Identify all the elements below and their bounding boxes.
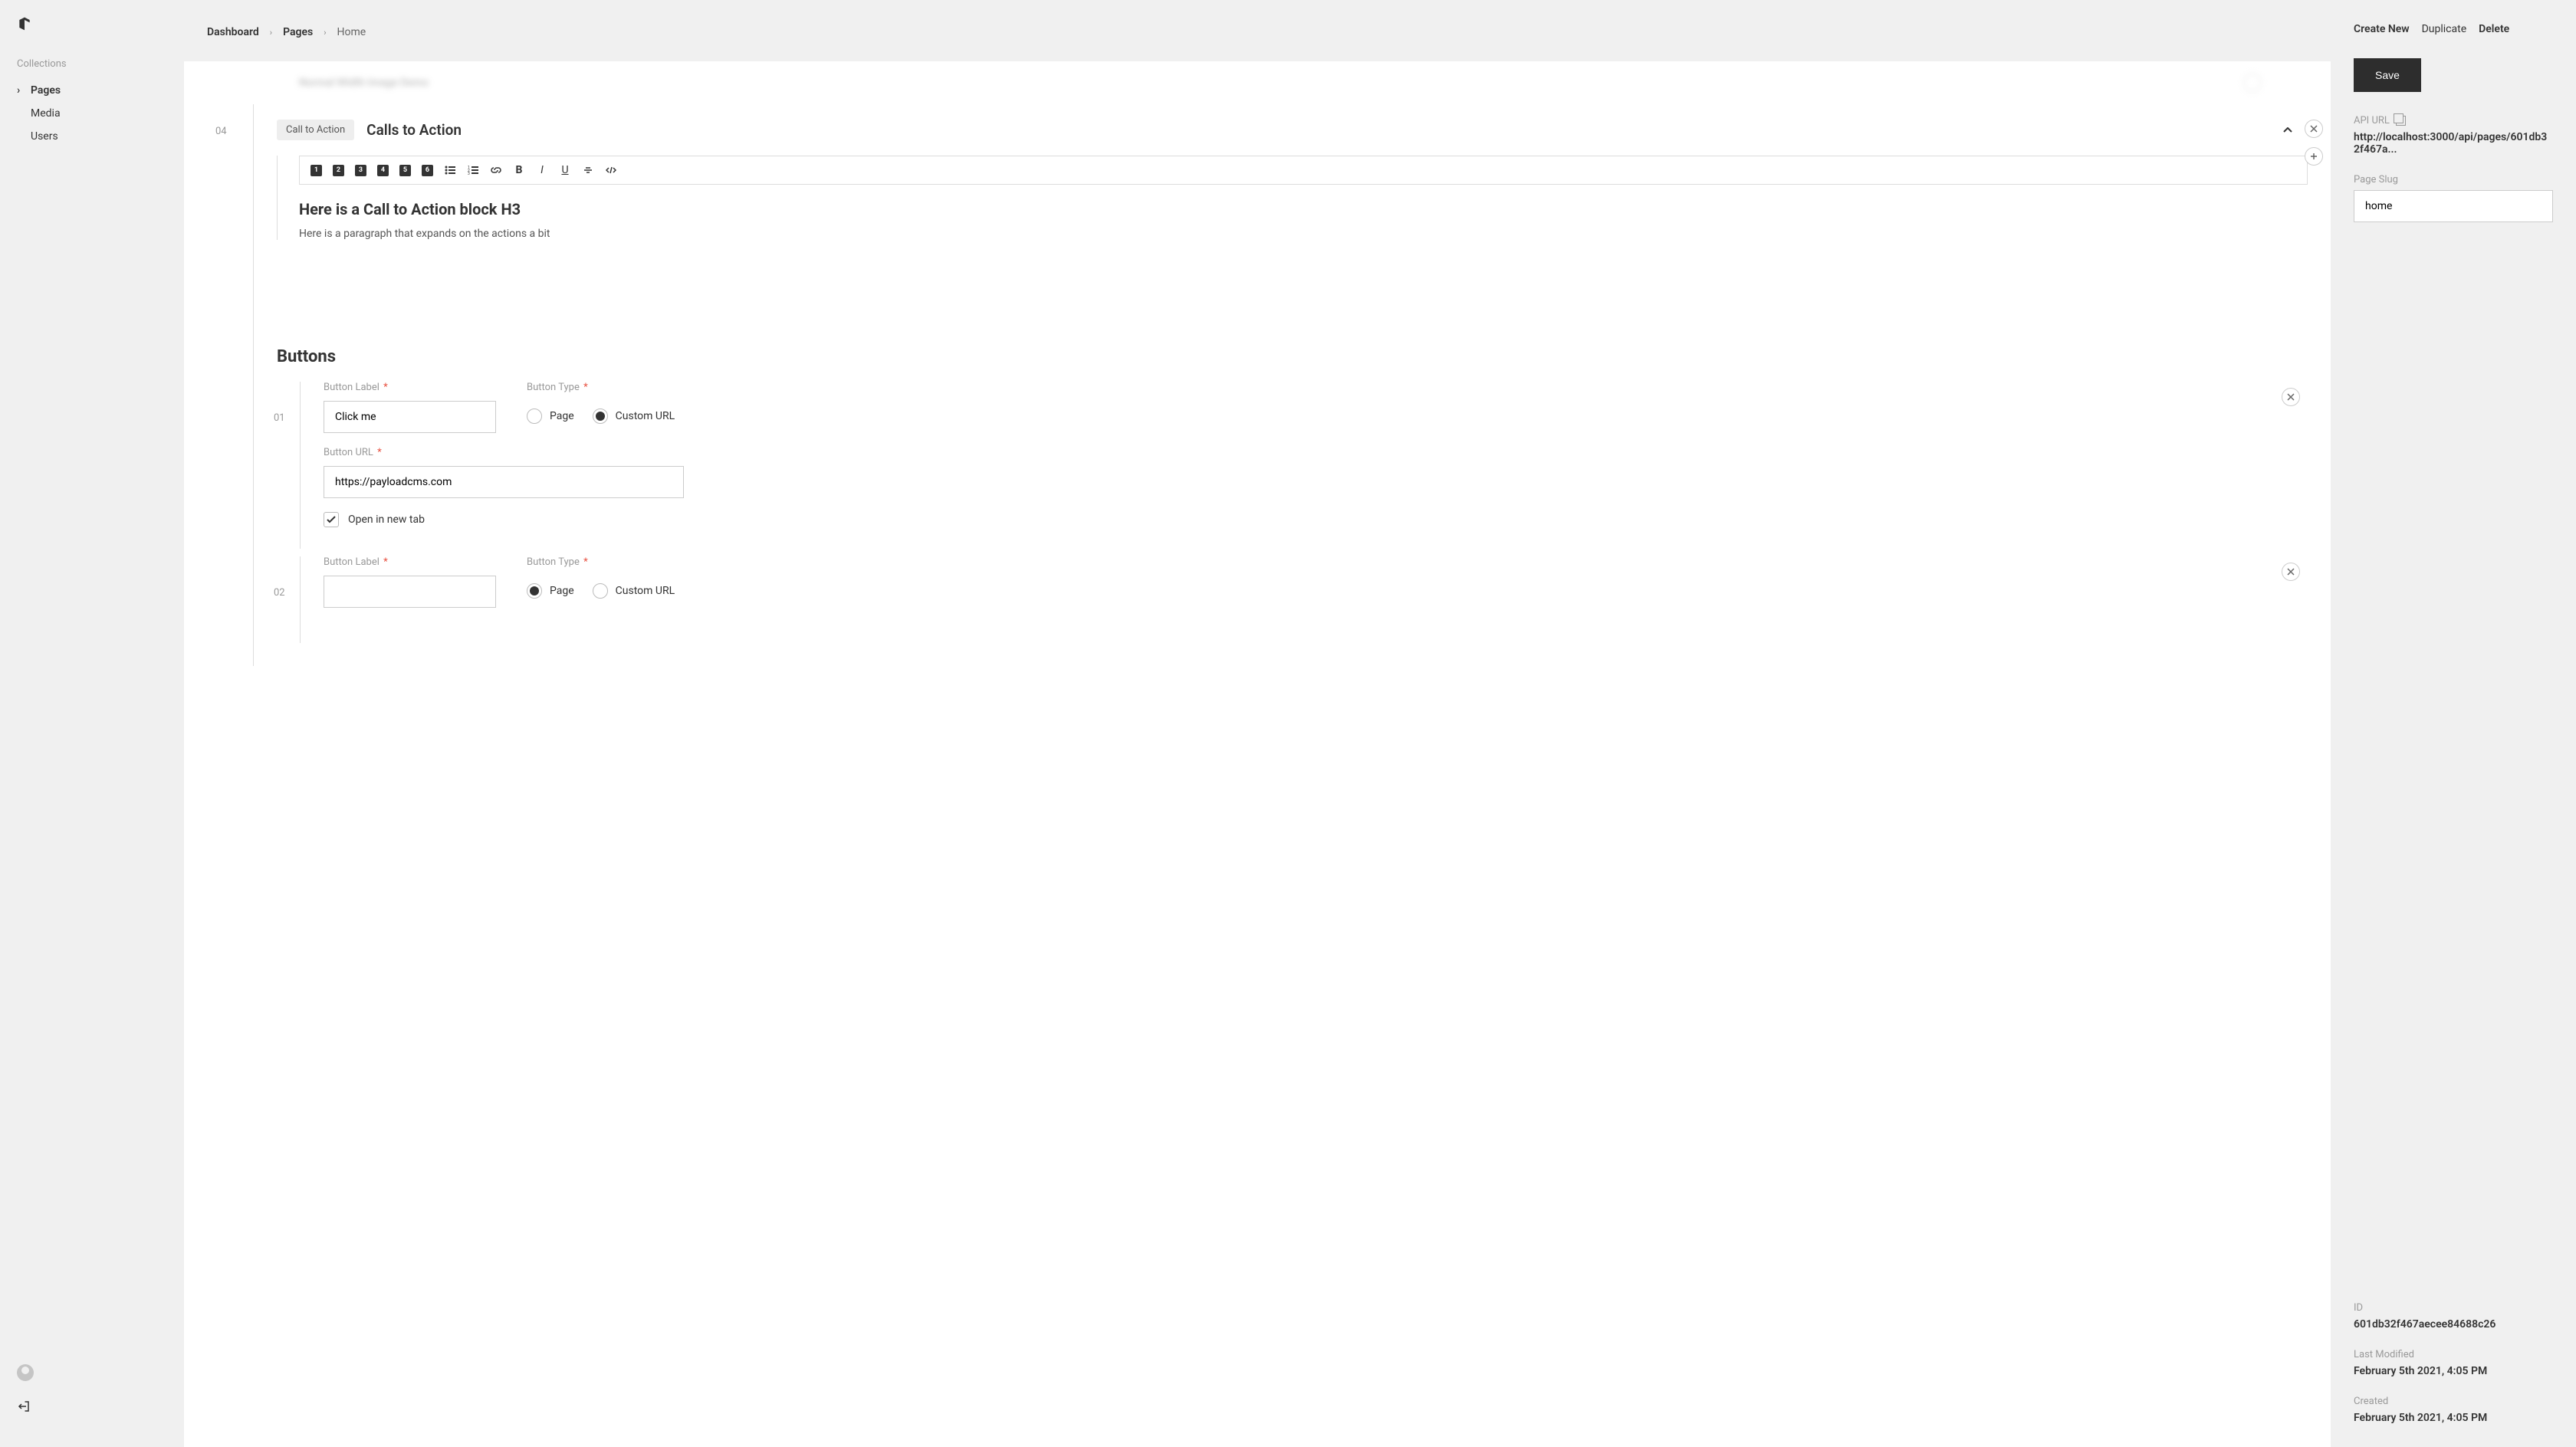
close-icon	[2287, 568, 2295, 576]
modified-label: Last Modified	[2354, 1349, 2553, 1360]
sidebar-item-label: Users	[31, 130, 58, 143]
button-url-label: Button URL *	[324, 447, 2308, 458]
check-icon	[327, 516, 336, 523]
create-new-button[interactable]: Create New	[2354, 23, 2410, 35]
numbered-list-button[interactable]: 123	[467, 164, 479, 176]
newtab-checkbox[interactable]	[324, 512, 339, 527]
breadcrumb-pages[interactable]: Pages	[283, 26, 313, 38]
chevron-up-icon	[2283, 127, 2292, 133]
sidebar-item-pages[interactable]: › Pages	[0, 79, 184, 102]
radio-custom-url[interactable]: Custom URL	[593, 409, 675, 424]
button-type-label: Button Type *	[527, 382, 675, 393]
breadcrumb-current: Home	[337, 26, 366, 38]
sidebar-item-media[interactable]: Media	[0, 102, 184, 125]
richtext-toolbar: 1 2 3 4 5 6 123	[299, 156, 2308, 185]
duplicate-button[interactable]: Duplicate	[2422, 23, 2467, 35]
numbered-list-icon: 123	[468, 165, 478, 176]
breadcrumb-dashboard[interactable]: Dashboard	[207, 26, 259, 38]
svg-text:3: 3	[468, 172, 470, 176]
h4-button[interactable]: 4	[377, 165, 389, 176]
bullet-list-icon	[445, 165, 455, 176]
logo[interactable]	[0, 15, 184, 58]
button-row: 02 Button Label * Button Type *	[300, 556, 2308, 643]
radio-custom-url[interactable]: Custom URL	[593, 583, 675, 599]
radio-icon	[593, 583, 608, 599]
avatar[interactable]	[17, 1364, 34, 1381]
sidebar: Collections › Pages Media Users	[0, 0, 184, 1447]
block-title: Calls to Action	[366, 121, 462, 139]
close-icon	[2287, 393, 2295, 401]
radio-page[interactable]: Page	[527, 583, 574, 599]
right-panel: Create New Duplicate Delete Save API URL…	[2331, 0, 2576, 1447]
chevron-right-icon: ›	[17, 84, 25, 97]
button-url-input[interactable]	[324, 466, 684, 498]
code-button[interactable]	[605, 164, 617, 176]
button-type-label: Button Type *	[527, 556, 675, 568]
sidebar-section-label: Collections	[0, 58, 184, 79]
h2-button[interactable]: 2	[333, 165, 344, 176]
content-h3: Here is a Call to Action block H3	[299, 200, 2308, 218]
created-label: Created	[2354, 1396, 2553, 1407]
api-url-label: API URL	[2354, 115, 2553, 126]
remove-button-button[interactable]	[2282, 563, 2300, 581]
sidebar-item-label: Media	[31, 107, 61, 120]
remove-button-button[interactable]	[2282, 388, 2300, 406]
h5-button[interactable]: 5	[399, 165, 411, 176]
main-content: Dashboard › Pages › Home Normal Width Im…	[184, 0, 2331, 1447]
delete-button[interactable]: Delete	[2479, 23, 2509, 35]
sidebar-item-label: Pages	[31, 84, 61, 97]
newtab-label: Open in new tab	[348, 514, 425, 526]
logout-icon	[17, 1399, 31, 1413]
link-icon	[491, 165, 501, 176]
block-type-pill: Call to Action	[277, 120, 354, 140]
radio-page[interactable]: Page	[527, 409, 574, 424]
collapse-button[interactable]	[2283, 124, 2292, 136]
button-index: 02	[274, 587, 285, 599]
h1-button[interactable]: 1	[310, 165, 322, 176]
previous-block-blurred: Normal Width Image Demo	[207, 61, 2308, 104]
radio-icon	[527, 409, 542, 424]
button-label-input[interactable]	[324, 576, 496, 608]
created-value: February 5th 2021, 4:05 PM	[2354, 1412, 2553, 1424]
buttons-section-title: Buttons	[277, 347, 2308, 366]
id-label: ID	[2354, 1302, 2553, 1314]
button-index: 01	[274, 412, 285, 424]
underline-button[interactable]: U	[559, 164, 571, 176]
payload-logo-icon	[17, 15, 32, 32]
slug-input[interactable]	[2354, 190, 2553, 222]
radio-icon	[527, 583, 542, 599]
close-icon	[2310, 125, 2318, 133]
bullet-list-button[interactable]	[444, 164, 456, 176]
chevron-right-icon: ›	[324, 28, 326, 38]
logout-button[interactable]	[17, 1399, 167, 1416]
bold-button[interactable]: B	[513, 164, 525, 176]
italic-button[interactable]: I	[536, 164, 548, 176]
block-index: 04	[215, 126, 227, 137]
link-button[interactable]	[490, 164, 502, 176]
save-button[interactable]: Save	[2354, 58, 2421, 92]
cta-block: 04 Call to Action Calls to Action	[253, 104, 2308, 666]
sidebar-item-users[interactable]: Users	[0, 125, 184, 148]
content-paragraph: Here is a paragraph that expands on the …	[299, 228, 2308, 240]
copy-icon[interactable]	[2396, 116, 2406, 126]
chevron-right-icon: ›	[270, 28, 272, 38]
api-url-value: http://localhost:3000/api/pages/601db32f…	[2354, 131, 2553, 156]
radio-icon	[593, 409, 608, 424]
button-label-label: Button Label *	[324, 382, 496, 393]
h6-button[interactable]: 6	[422, 165, 433, 176]
button-row: 01 Button Label * Button Type *	[300, 382, 2308, 549]
plus-icon	[2310, 153, 2318, 160]
slug-label: Page Slug	[2354, 174, 2553, 185]
modified-value: February 5th 2021, 4:05 PM	[2354, 1365, 2553, 1377]
richtext-editor[interactable]: Here is a Call to Action block H3 Here i…	[299, 200, 2308, 240]
breadcrumb: Dashboard › Pages › Home	[184, 0, 2331, 61]
add-block-button[interactable]	[2305, 147, 2323, 166]
strikethrough-icon	[583, 165, 593, 176]
button-label-input[interactable]	[324, 401, 496, 433]
h3-button[interactable]: 3	[355, 165, 366, 176]
id-value: 601db32f467aecee84688c26	[2354, 1318, 2553, 1331]
code-icon	[606, 165, 616, 176]
button-label-label: Button Label *	[324, 556, 496, 568]
strikethrough-button[interactable]	[582, 164, 594, 176]
